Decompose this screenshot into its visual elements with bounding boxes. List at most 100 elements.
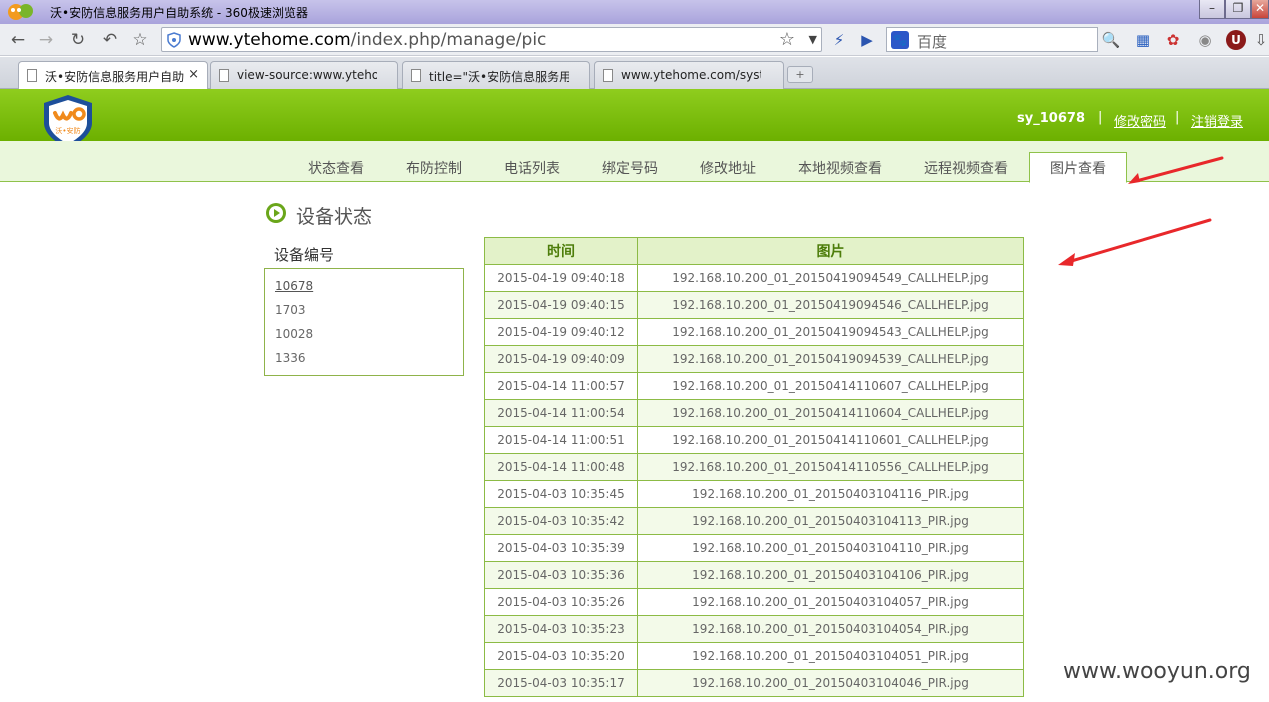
cell-picture[interactable]: 192.168.10.200_01_20150414110601_CALLHEL… xyxy=(637,426,1024,454)
baidu-paw-icon: 🐾 xyxy=(891,31,909,49)
table-row: 2015-04-03 10:35:17 192.168.10.200_01_201… xyxy=(484,669,1024,697)
page-icon xyxy=(27,69,37,82)
cell-picture[interactable]: 192.168.10.200_01_20150403104113_PIR.jpg xyxy=(637,507,1024,535)
close-icon[interactable]: × xyxy=(188,67,199,82)
tab-3[interactable]: www.ytehome.com/syst xyxy=(594,61,784,89)
globe-icon[interactable]: ◉ xyxy=(1194,29,1216,51)
menu-status-view[interactable]: 状态查看 xyxy=(308,158,364,178)
cell-time: 2015-04-03 10:35:39 xyxy=(484,534,638,562)
cell-picture[interactable]: 192.168.10.200_01_20150403104110_PIR.jpg xyxy=(637,534,1024,562)
logout-link[interactable]: 注销登录 xyxy=(1191,111,1243,130)
cell-picture[interactable]: 192.168.10.200_01_20150403104054_PIR.jpg xyxy=(637,615,1024,643)
cell-time: 2015-04-03 10:35:17 xyxy=(484,669,638,697)
menu-edit-address[interactable]: 修改地址 xyxy=(700,158,756,178)
cell-picture[interactable]: 192.168.10.200_01_20150414110556_CALLHEL… xyxy=(637,453,1024,481)
table-row: 2015-04-03 10:35:42 192.168.10.200_01_201… xyxy=(484,507,1024,535)
device-list-label: 设备编号 xyxy=(274,246,335,264)
table-row: 2015-04-03 10:35:39 192.168.10.200_01_201… xyxy=(484,534,1024,562)
table-row: 2015-04-03 10:35:23 192.168.10.200_01_201… xyxy=(484,615,1024,643)
cell-picture[interactable]: 192.168.10.200_01_20150403104051_PIR.jpg xyxy=(637,642,1024,670)
cell-picture[interactable]: 192.168.10.200_01_20150419094549_CALLHEL… xyxy=(637,264,1024,292)
change-password-link[interactable]: 修改密码 xyxy=(1114,111,1166,130)
cell-time: 2015-04-03 10:35:26 xyxy=(484,588,638,616)
cell-picture[interactable]: 192.168.10.200_01_20150419094539_CALLHEL… xyxy=(637,345,1024,373)
menu-phone-list[interactable]: 电话列表 xyxy=(504,158,560,178)
back-icon[interactable]: ← xyxy=(6,28,30,52)
play-icon[interactable]: ▶ xyxy=(856,29,878,51)
tab-label: www.ytehome.com/syst xyxy=(621,68,761,82)
cell-time: 2015-04-14 11:00:57 xyxy=(484,372,638,400)
cell-time: 2015-04-19 09:40:18 xyxy=(484,264,638,292)
page-icon xyxy=(603,69,613,82)
download-icon[interactable]: ⇩ xyxy=(1250,29,1269,51)
cell-time: 2015-04-19 09:40:15 xyxy=(484,291,638,319)
bookmark-star-icon[interactable]: ☆ xyxy=(128,28,152,52)
table-row: 2015-04-14 11:00:48 192.168.10.200_01_201… xyxy=(484,453,1024,481)
annotation-arrow xyxy=(1138,156,1224,182)
menu-bind-number[interactable]: 绑定号码 xyxy=(602,158,658,178)
header-separator: | xyxy=(1098,110,1103,125)
cell-time: 2015-04-19 09:40:12 xyxy=(484,318,638,346)
device-item[interactable]: 1336 xyxy=(275,351,306,365)
table-row: 2015-04-14 11:00:54 192.168.10.200_01_201… xyxy=(484,399,1024,427)
ublock-icon[interactable]: U xyxy=(1226,30,1246,50)
cell-picture[interactable]: 192.168.10.200_01_20150414110604_CALLHEL… xyxy=(637,399,1024,427)
table-row: 2015-04-19 09:40:18 192.168.10.200_01_201… xyxy=(484,264,1024,292)
cell-time: 2015-04-14 11:00:51 xyxy=(484,426,638,454)
extension-icon[interactable]: ✿ xyxy=(1162,29,1184,51)
header-time: 时间 xyxy=(484,237,638,265)
logo-text: 沃•安防 xyxy=(55,126,80,135)
table-row: 2015-04-03 10:35:36 192.168.10.200_01_201… xyxy=(484,561,1024,589)
address-url: www.ytehome.com/index.php/manage/pic xyxy=(188,30,546,50)
close-window-button[interactable]: ✕ xyxy=(1251,0,1269,19)
minimize-button[interactable]: – xyxy=(1199,0,1225,19)
cell-time: 2015-04-03 10:35:36 xyxy=(484,561,638,589)
maximize-button[interactable]: ❐ xyxy=(1225,0,1251,19)
tab-2[interactable]: title="沃•安防信息服务用 xyxy=(402,61,590,89)
cell-picture[interactable]: 192.168.10.200_01_20150403104046_PIR.jpg xyxy=(637,669,1024,697)
picture-table: 时间 图片 2015-04-19 09:40:18 192.168.10.200_… xyxy=(484,237,1024,697)
chevron-down-icon[interactable]: ▼ xyxy=(809,33,817,46)
page-icon xyxy=(411,69,421,82)
menu-arm-control[interactable]: 布防控制 xyxy=(406,158,462,178)
cell-picture[interactable]: 192.168.10.200_01_20150403104106_PIR.jpg xyxy=(637,561,1024,589)
menu-local-video[interactable]: 本地视频查看 xyxy=(798,158,882,178)
cell-picture[interactable]: 192.168.10.200_01_20150403104116_PIR.jpg xyxy=(637,480,1024,508)
window-title-bar: 沃•安防信息服务用户自助系统 - 360极速浏览器 – ❐ ✕ xyxy=(0,0,1269,24)
undo-close-icon[interactable]: ↶ xyxy=(98,28,122,52)
cell-picture[interactable]: 192.168.10.200_01_20150419094546_CALLHEL… xyxy=(637,291,1024,319)
device-item[interactable]: 10678 xyxy=(275,279,313,293)
cell-picture[interactable]: 192.168.10.200_01_20150419094543_CALLHEL… xyxy=(637,318,1024,346)
cell-time: 2015-04-03 10:35:45 xyxy=(484,480,638,508)
forward-icon[interactable]: → xyxy=(34,28,58,52)
watermark: www.wooyun.org xyxy=(1063,659,1251,684)
tab-1[interactable]: view-source:www.ytehor xyxy=(210,61,398,89)
cell-time: 2015-04-03 10:35:42 xyxy=(484,507,638,535)
browser-toolbar: ← → ↻ ↶ ☆ www.ytehome.com/index.php/mana… xyxy=(0,24,1269,74)
lightning-icon[interactable]: ⚡ xyxy=(828,29,850,51)
apps-grid-icon[interactable]: ▦ xyxy=(1132,29,1154,51)
tab-label: title="沃•安防信息服务用 xyxy=(429,70,569,84)
search-box[interactable]: 🐾 百度 xyxy=(886,27,1098,52)
reload-icon[interactable]: ↻ xyxy=(66,28,90,52)
table-row: 2015-04-03 10:35:45 192.168.10.200_01_201… xyxy=(484,480,1024,508)
device-item[interactable]: 1703 xyxy=(275,303,306,317)
favorite-star-icon[interactable]: ☆ xyxy=(779,29,795,50)
menu-remote-video[interactable]: 远程视频查看 xyxy=(924,158,1008,178)
cell-time: 2015-04-03 10:35:20 xyxy=(484,642,638,670)
annotation-arrow xyxy=(1066,218,1212,264)
table-row: 2015-04-14 11:00:57 192.168.10.200_01_201… xyxy=(484,372,1024,400)
tab-0[interactable]: 沃•安防信息服务用户自助 × xyxy=(18,61,208,90)
new-tab-button[interactable]: + xyxy=(787,66,813,83)
device-item[interactable]: 10028 xyxy=(275,327,313,341)
table-row: 2015-04-03 10:35:20 192.168.10.200_01_201… xyxy=(484,642,1024,670)
cell-picture[interactable]: 192.168.10.200_01_20150403104057_PIR.jpg xyxy=(637,588,1024,616)
username: sy_10678 xyxy=(1017,111,1085,126)
address-bar[interactable]: www.ytehome.com/index.php/manage/pic ☆ ▼ xyxy=(161,27,822,52)
search-icon[interactable]: 🔍 xyxy=(1100,29,1122,51)
header-separator: | xyxy=(1175,110,1180,125)
cell-picture[interactable]: 192.168.10.200_01_20150414110607_CALLHEL… xyxy=(637,372,1024,400)
section-title: 设备状态 xyxy=(296,206,373,228)
annotation-arrow xyxy=(1058,253,1075,266)
table-body: 2015-04-19 09:40:18 192.168.10.200_01_201… xyxy=(484,264,1024,697)
